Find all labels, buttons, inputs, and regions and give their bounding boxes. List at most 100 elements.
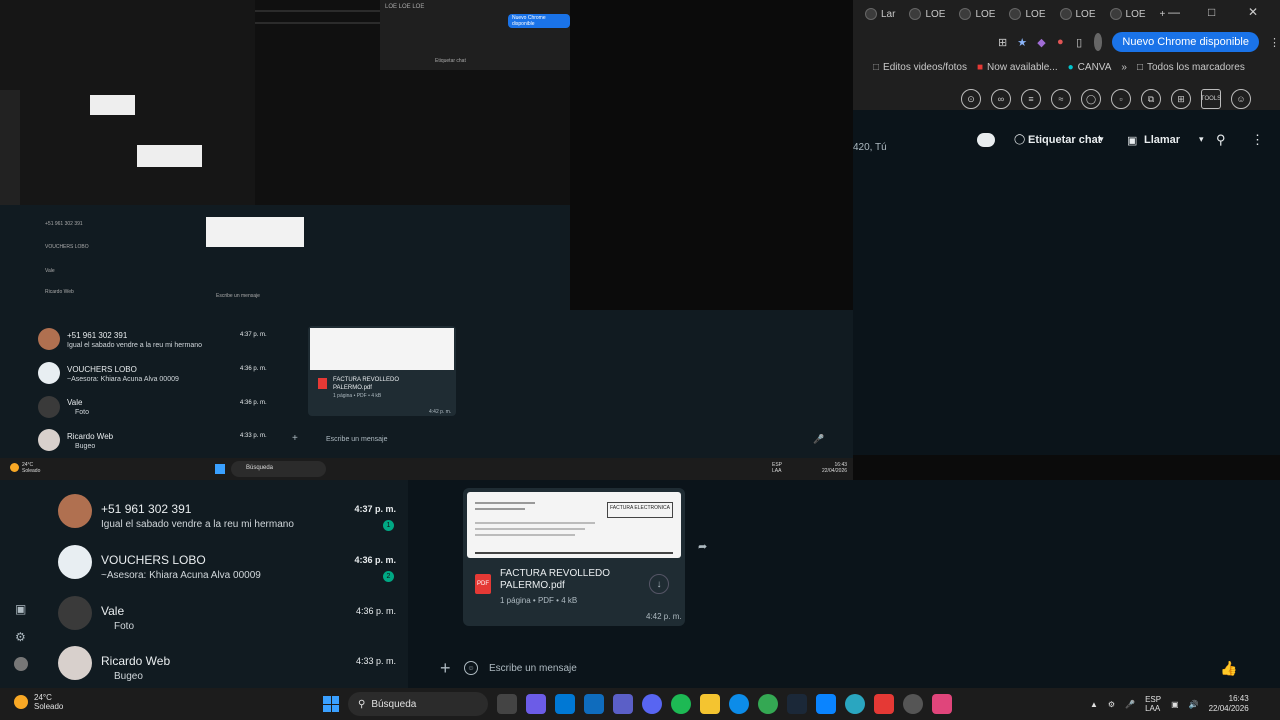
windows-start-icon[interactable] — [323, 696, 339, 712]
media-icon[interactable]: ▣ — [15, 602, 26, 616]
download-icon[interactable]: ↓ — [649, 574, 669, 594]
sticker-icon[interactable]: ☺ — [464, 661, 478, 675]
install-icon[interactable]: ⊞ — [998, 33, 1007, 51]
mid-chat-name: Ricardo Web — [67, 432, 114, 441]
clock[interactable]: 16:43 22/04/2026 — [1209, 694, 1249, 714]
language-indicator[interactable]: ESP LAA — [1145, 695, 1161, 713]
mic-icon[interactable]: 🎤 — [1125, 700, 1135, 709]
all-bookmarks[interactable]: □ Todos los marcadores — [1137, 62, 1245, 73]
more-icon[interactable]: ⋮ — [1251, 132, 1264, 148]
close-icon[interactable]: ✕ — [1248, 5, 1258, 19]
thumbs-up-icon[interactable]: 👍 — [1220, 660, 1237, 677]
steam-icon[interactable] — [787, 694, 807, 714]
star-icon[interactable]: ★ — [1017, 33, 1027, 51]
file-icon[interactable] — [497, 694, 517, 714]
mid-doc-card: FACTURA REVOLLEDO PALERMO.pdf 1 página •… — [308, 326, 456, 416]
mail-icon[interactable] — [584, 694, 604, 714]
search-icon: ⚲ — [358, 698, 366, 710]
forward-icon[interactable]: ➦ — [698, 540, 707, 553]
attach-plus-icon[interactable]: + — [440, 658, 451, 679]
avatar[interactable] — [14, 657, 28, 671]
nested-chat-name: Vale — [45, 268, 55, 274]
taskbar-search[interactable]: ⚲ Búsqueda — [348, 692, 488, 716]
tab[interactable]: LOE — [1054, 3, 1102, 25]
extension-icon[interactable]: ● — [1056, 33, 1065, 51]
folder-icon[interactable] — [700, 694, 720, 714]
avatar[interactable] — [1093, 33, 1103, 51]
weather-widget[interactable]: 24°C Soleado — [14, 693, 63, 711]
maximize-icon[interactable]: □ — [1208, 5, 1215, 19]
list-item[interactable]: Vale Foto 4:36 p. m. — [42, 590, 408, 640]
chrome-icon[interactable] — [758, 694, 778, 714]
document-thumbnail: FACTURA ELECTRONICA — [467, 492, 681, 558]
grid-icon[interactable]: ⊞ — [1171, 89, 1191, 109]
copilot-icon[interactable] — [526, 694, 546, 714]
layers-icon[interactable]: ≡ — [1021, 89, 1041, 109]
network-icon[interactable]: ▣ — [1171, 700, 1179, 709]
search-icon[interactable]: ⚲ — [1216, 132, 1226, 148]
app-icon[interactable] — [903, 694, 923, 714]
more-bookmarks-icon[interactable]: » — [1121, 62, 1127, 73]
extension-icon[interactable]: ◯ — [1081, 89, 1101, 109]
call-button[interactable]: Llamar — [1144, 134, 1180, 146]
mid-search-box[interactable]: Búsqueda — [231, 461, 326, 477]
bookmark[interactable]: ● CANVA — [1068, 62, 1112, 73]
chevron-up-icon[interactable]: ▲ — [1090, 700, 1098, 709]
nested-chat-name: +51 961 302 391 — [45, 221, 83, 227]
update-chrome-button[interactable]: Nuevo Chrome disponible — [1112, 32, 1259, 52]
list-item[interactable]: Ricardo Web Bugeo 4:33 p. m. — [42, 640, 408, 688]
copy-icon[interactable]: ⧉ — [1141, 89, 1161, 109]
avatar — [58, 494, 92, 528]
pdf-icon: PDF — [475, 574, 491, 594]
chat-panel-right: ◯ Etiquetar chat ▾ ▣ Llamar ▾ ⚲ ⋮ 420, T… — [853, 110, 1280, 455]
list-item[interactable]: VOUCHERS LOBO ~Asesora: Khiara Acuna Alv… — [42, 539, 408, 589]
app-icon[interactable] — [816, 694, 836, 714]
tab[interactable]: LOE — [953, 3, 1001, 25]
tab[interactable]: LOE — [903, 3, 951, 25]
menu-icon[interactable]: ⋮ — [1269, 33, 1280, 51]
app-icon[interactable] — [874, 694, 894, 714]
mid-plus-icon[interactable]: + — [292, 433, 298, 444]
tools-icon[interactable]: TOOLS — [1201, 89, 1221, 109]
mid-doc-name: FACTURA REVOLLEDO PALERMO.pdf — [333, 377, 400, 391]
app-icon[interactable] — [845, 694, 865, 714]
gear-icon[interactable]: ⚙ — [15, 630, 26, 644]
list-item[interactable]: +51 961 302 391 Igual el sabado vendre a… — [42, 488, 408, 538]
extension-icon[interactable]: ≈ — [1051, 89, 1071, 109]
extension-icon[interactable]: ⊙ — [961, 89, 981, 109]
extension-icon[interactable]: ∞ — [991, 89, 1011, 109]
taskbar: 24°C Soleado ⚲ Búsqueda ▲ ⚙ 🎤 ESP LAA ▣ 🔊 1… — [0, 688, 1280, 720]
nested-screen-1 — [0, 0, 255, 205]
nested-whatsapp: +51 961 302 391 VOUCHERS LOBO Vale Ricar… — [0, 205, 570, 310]
mid-composer-input[interactable]: Escribe un mensaje — [326, 436, 387, 443]
bookmark[interactable]: ■ Now available... — [977, 62, 1058, 73]
bookmark[interactable]: □ Editos videos/fotos — [873, 62, 967, 73]
mid-chat-time: 4:33 p. m. — [240, 433, 267, 439]
edge-icon[interactable] — [729, 694, 749, 714]
message-input[interactable]: Escribe un mensaje — [489, 663, 577, 674]
tab[interactable]: LOE — [1104, 3, 1152, 25]
teams-icon[interactable] — [613, 694, 633, 714]
minimize-icon[interactable]: — — [1168, 5, 1180, 19]
discord-icon[interactable] — [642, 694, 662, 714]
windows-icon[interactable] — [215, 464, 225, 474]
clipboard-icon[interactable]: ▫ — [1111, 89, 1131, 109]
document-message[interactable]: FACTURA ELECTRONICA PDF FACTURA REVOLLED… — [463, 488, 685, 626]
calculator-icon[interactable] — [932, 694, 952, 714]
user-icon[interactable]: ☺ — [1231, 89, 1251, 109]
mid-mic-icon[interactable]: 🎤 — [813, 434, 824, 445]
tab[interactable]: LOE — [1003, 3, 1051, 25]
mid-taskbar-capture: 24°C Soleado Búsqueda ESP LAA 16:43 22/04/2… — [0, 458, 853, 480]
volume-icon[interactable]: 🔊 — [1189, 700, 1199, 709]
chevron-down-icon[interactable]: ▾ — [1199, 134, 1204, 145]
store-icon[interactable] — [555, 694, 575, 714]
puzzle-icon[interactable]: ▯ — [1075, 33, 1084, 51]
app-tray-icon[interactable]: ⚙ — [1108, 700, 1115, 709]
chat-subtitle: 420, Tú — [853, 142, 887, 153]
extension-icon[interactable]: ◆ — [1037, 33, 1046, 51]
tab[interactable]: Lar — [859, 3, 901, 25]
chevron-down-icon[interactable]: ▾ — [1099, 134, 1104, 145]
avatar — [38, 429, 60, 451]
spotify-icon[interactable] — [671, 694, 691, 714]
tag-chat-button[interactable]: Etiquetar chat — [1028, 134, 1101, 146]
